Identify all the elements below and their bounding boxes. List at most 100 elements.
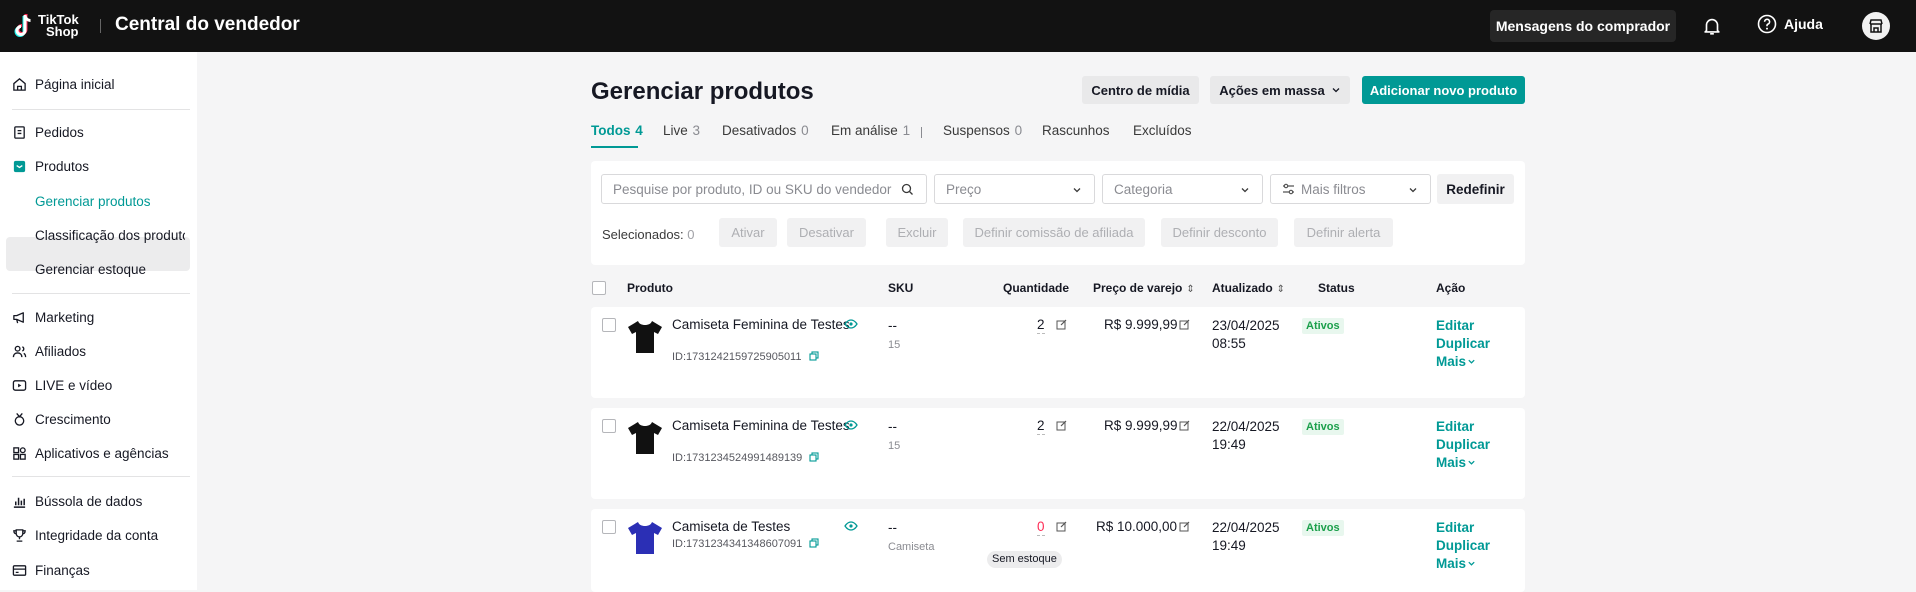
copy-icon[interactable] [808,351,819,361]
price-value[interactable]: R$ 10.000,00 [1096,519,1177,534]
add-product-button[interactable]: Adicionar novo produto [1362,76,1525,104]
store-icon [1869,19,1883,33]
product-name[interactable]: Camiseta Feminina de Testes [672,317,850,332]
tab-drafts[interactable]: Rascunhos [1042,123,1110,138]
delete-button[interactable]: Excluir [886,218,948,247]
row-checkbox[interactable] [602,419,616,433]
nav-data-compass[interactable]: Bússola de dados [12,491,142,511]
status-badge: Ativos [1302,419,1344,435]
nav-product-rating[interactable]: Classificação dos produtos [35,226,185,246]
price-value[interactable]: R$ 9.999,99 [1104,317,1178,332]
copy-icon[interactable] [809,452,819,462]
duplicate-link[interactable]: Duplicar [1436,436,1490,454]
product-thumbnail[interactable] [626,318,664,356]
row-checkbox[interactable] [602,520,616,534]
nav-apps[interactable]: Aplicativos e agências [12,443,169,463]
duplicate-link[interactable]: Duplicar [1436,335,1490,353]
quantity-value[interactable]: 2 [1037,317,1045,334]
select-all-checkbox[interactable] [592,281,606,295]
tab-live[interactable]: Live 3 [663,123,700,138]
nav-account-health[interactable]: Integridade da conta [12,525,158,545]
row-actions: Editar Duplicar Mais [1436,519,1490,573]
product-id: ID:1731234341348607091 [672,538,819,550]
activate-button[interactable]: Ativar [719,218,777,247]
header-status: Status [1318,281,1355,295]
tab-deleted[interactable]: Excluídos [1133,123,1192,138]
nav-data-compass-label: Bússola de dados [35,493,143,509]
edit-icon[interactable] [1179,521,1190,532]
help-label: Ajuda [1784,16,1823,32]
copy-icon[interactable] [809,538,819,548]
chevron-down-icon [1468,460,1475,465]
nav-orders[interactable]: Pedidos [12,122,84,142]
tab-in-review[interactable]: Em análise 1 [831,123,910,138]
header-action: Ação [1436,281,1466,295]
header-quantity: Quantidade [1003,281,1070,295]
edit-icon[interactable] [1179,420,1190,431]
growth-icon [14,412,25,426]
media-center-button[interactable]: Centro de mídia [1082,76,1199,104]
nav-manage-products[interactable]: Gerenciar produtos [35,192,185,212]
edit-icon[interactable] [1056,420,1067,431]
nav-manage-stock[interactable]: Gerenciar estoque [35,260,185,280]
tiktok-logo-icon [14,14,31,37]
edit-link[interactable]: Editar [1436,418,1490,436]
logo-separator [100,19,101,33]
buyer-messages-button[interactable]: Mensagens do comprador [1490,10,1676,42]
edit-icon[interactable] [1056,521,1067,532]
duplicate-link[interactable]: Duplicar [1436,537,1490,555]
live-icon [12,379,27,391]
table-row: Camiseta Feminina de Testes ID:173123452… [591,408,1525,499]
tab-label: Excluídos [1133,123,1192,138]
eye-icon[interactable] [844,521,858,531]
edit-link[interactable]: Editar [1436,519,1490,537]
nav-growth[interactable]: Crescimento [12,409,111,429]
tab-label: Desativados [722,123,797,138]
header-updated[interactable]: Atualizado ⇕ [1212,281,1285,295]
quantity-value[interactable]: 0 [1037,519,1045,536]
tab-all[interactable]: Todos 4 [591,123,643,138]
deactivate-button[interactable]: Desativar [787,218,866,247]
eye-icon[interactable] [844,319,858,329]
edit-icon[interactable] [1056,319,1067,330]
product-thumbnail[interactable] [626,419,664,457]
nav-live[interactable]: LIVE e vídeo [12,375,112,395]
edit-icon[interactable] [1179,319,1190,330]
product-name[interactable]: Camiseta de Testes [672,519,790,534]
bell-icon[interactable] [1701,15,1723,37]
nav-affiliates[interactable]: Afiliados [12,341,86,361]
more-link[interactable]: Mais [1436,555,1490,573]
reset-button[interactable]: Redefinir [1437,174,1514,204]
more-link[interactable]: Mais [1436,353,1490,371]
nav-products[interactable]: Produtos [12,156,89,176]
tiktok-shop-logo[interactable]: TikTok Shop [12,12,79,40]
nav-orders-label: Pedidos [35,124,84,140]
row-checkbox[interactable] [602,318,616,332]
nav-account-health-label: Integridade da conta [35,527,159,543]
set-discount-button[interactable]: Definir desconto [1161,218,1278,247]
quantity-value[interactable]: 2 [1037,418,1045,435]
product-name[interactable]: Camiseta Feminina de Testes [672,418,850,433]
edit-link[interactable]: Editar [1436,317,1490,335]
updated-date: 22/04/2025 [1212,419,1280,434]
price-select[interactable]: Preço [934,174,1095,204]
category-select[interactable]: Categoria [1102,174,1263,204]
nav-marketing[interactable]: Marketing [12,307,94,327]
bulk-actions-button[interactable]: Ações em massa [1210,76,1350,104]
eye-icon[interactable] [844,420,858,430]
tab-suspended[interactable]: Suspensos 0 [943,123,1022,138]
store-avatar[interactable] [1862,12,1890,40]
product-thumbnail[interactable] [626,519,664,557]
search-input[interactable]: Pesquise por produto, ID ou SKU do vende… [601,174,927,204]
more-filters-select[interactable]: Mais filtros [1270,174,1431,204]
header-price[interactable]: Preço de varejo ⇕ [1093,281,1195,295]
more-link[interactable]: Mais [1436,454,1490,472]
nav-finance[interactable]: Finanças [12,560,90,580]
price-value[interactable]: R$ 9.999,99 [1104,418,1178,433]
nav-home[interactable]: Página inicial [12,74,115,94]
tab-disabled[interactable]: Desativados 0 [722,123,809,138]
help-button[interactable]: Ajuda [1757,14,1823,34]
tab-count: 0 [1014,123,1023,138]
set-affiliate-commission-button[interactable]: Definir comissão de afiliada [963,218,1145,247]
set-alert-button[interactable]: Definir alerta [1294,218,1393,247]
